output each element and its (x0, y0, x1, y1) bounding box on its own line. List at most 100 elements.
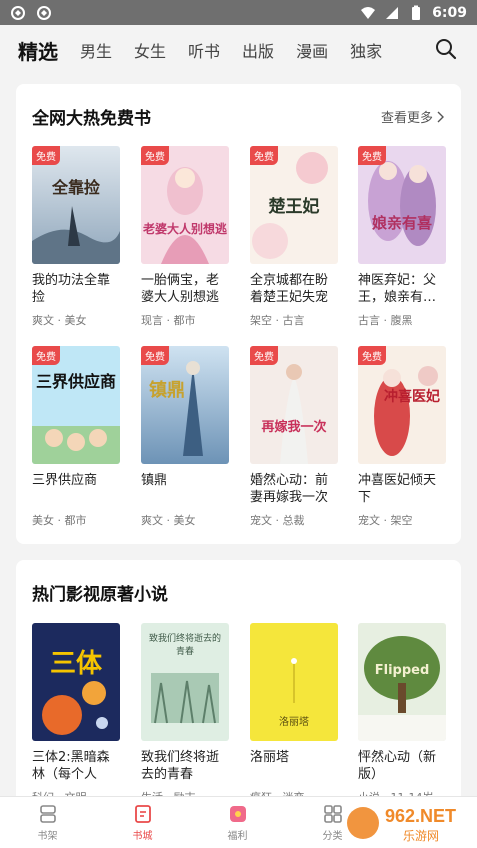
cover-title-text: Flipped (374, 663, 430, 678)
tab-female[interactable]: 女生 (134, 38, 166, 62)
tab-exclusive[interactable]: 独家 (350, 38, 382, 62)
cover-title-text: 再嫁我一次 (261, 420, 327, 435)
free-badge: 免费 (32, 346, 60, 365)
signal-icon (386, 6, 399, 19)
book-cover[interactable]: 老婆大人别想逃 免费 (141, 146, 229, 264)
book-cover[interactable]: 全靠捡 免费 (32, 146, 120, 264)
book-card[interactable]: 致我们终将逝去的青春 致我们终将逝去的青春 生活 · 励志 (141, 623, 229, 805)
book-title: 怦然心动（新版） (358, 750, 437, 782)
app-icon (37, 5, 51, 20)
battery-icon (412, 5, 421, 20)
tab-male[interactable]: 男生 (80, 38, 112, 62)
book-cover[interactable]: Flipped (358, 623, 446, 741)
cover-title-text: 致我们终将逝去的青春 (148, 634, 221, 657)
cover-title-text: 洛丽塔 (279, 717, 309, 728)
section-title: 全网大热免费书 (32, 109, 151, 129)
cover-title-text: 老婆大人别想逃 (142, 222, 227, 236)
free-badge: 免费 (250, 146, 278, 165)
cover-title-text: 镇鼎 (149, 380, 185, 401)
book-tags: 宠文 · 总裁 (250, 514, 305, 527)
bookstore-icon (134, 804, 151, 823)
book-tags: 美女 · 都市 (32, 514, 87, 527)
wifi-icon (361, 6, 376, 19)
book-title: 我的功法全靠捡 (32, 273, 111, 305)
free-badge: 免费 (32, 146, 60, 165)
watermark-logo: 962.NET 乐游网 (343, 800, 473, 846)
book-title: 三体2:黑暗森林（每个人的… (32, 750, 110, 782)
book-title: 全京城都在盼着楚王妃失宠 (250, 273, 329, 305)
tab-bookstore[interactable]: 书城 (95, 797, 190, 848)
book-card[interactable]: 全靠捡 免费 我的功法全靠捡 爽文 · 美女 (32, 146, 120, 328)
tab-label: 福利 (227, 830, 248, 842)
cover-title-text: 三界供应商 (35, 372, 116, 391)
free-books-section: 全网大热免费书 查看更多 全靠捡 免费 我的功法全靠捡 爽文 · 美女 老婆大人… (16, 84, 461, 544)
book-tags: 爽文 · 美女 (141, 514, 196, 527)
gift-icon (229, 805, 246, 822)
see-more-label: 查看更多 (380, 111, 433, 126)
book-cover[interactable]: 冲喜医妃 免费 (358, 346, 446, 464)
search-icon[interactable] (435, 38, 457, 60)
free-badge: 免费 (358, 346, 386, 365)
see-more-link[interactable]: 查看更多 (381, 107, 445, 126)
book-title: 冲喜医妃倾天下 (358, 473, 437, 505)
watermark-text: 962.NET (385, 806, 456, 826)
tab-label: 分类 (322, 830, 343, 842)
book-cover[interactable]: 洛丽塔 (250, 623, 338, 741)
book-card[interactable]: 冲喜医妃 免费 冲喜医妃倾天下 宠文 · 架空 (358, 346, 446, 528)
free-badge: 免费 (358, 146, 386, 165)
section-title: 热门影视原著小说 (32, 585, 168, 605)
book-card[interactable]: 老婆大人别想逃 免费 一胎俩宝，老婆大人别想逃 现言 · 都市 (141, 146, 229, 328)
status-left (10, 5, 52, 21)
app-icon (11, 5, 25, 20)
book-title: 致我们终将逝去的青春 (141, 750, 220, 782)
book-card[interactable]: 三体 三体2:黑暗森林（每个人的… 科幻 · 文明 (32, 623, 120, 805)
book-card[interactable]: 楚王妃 免费 全京城都在盼着楚王妃失宠 架空 · 古言 (250, 146, 338, 328)
book-title: 婚然心动：前妻再嫁我一次 (250, 473, 329, 505)
chevron-right-icon (437, 111, 444, 122)
tab-welfare[interactable]: 福利 (190, 797, 285, 848)
tab-bookshelf[interactable]: 书架 (0, 797, 95, 848)
tab-comic[interactable]: 漫画 (296, 38, 328, 62)
watermark-icon: 962.NET 乐游网 (347, 806, 456, 843)
tab-publish[interactable]: 出版 (242, 38, 274, 62)
tab-label: 书架 (37, 830, 58, 842)
status-right: 6:09 (360, 5, 467, 21)
cover-art (32, 623, 120, 741)
book-cover[interactable]: 再嫁我一次 免费 (250, 346, 338, 464)
book-card[interactable]: Flipped 怦然心动（新版） 小说 · 11-14岁 (358, 623, 446, 805)
book-cover[interactable]: 楚王妃 免费 (250, 146, 338, 264)
category-icon (323, 804, 342, 823)
book-tags: 现言 · 都市 (141, 314, 196, 327)
book-cover[interactable]: 镇鼎 免费 (141, 346, 229, 464)
cover-art (358, 623, 446, 741)
status-bar: 6:09 (0, 0, 477, 25)
cover-title-text: 冲喜医妃 (384, 389, 440, 405)
book-title: 三界供应商 (32, 473, 98, 488)
book-card[interactable]: 再嫁我一次 免费 婚然心动：前妻再嫁我一次 宠文 · 总裁 (250, 346, 338, 528)
book-tags: 宠文 · 架空 (358, 514, 413, 527)
book-cover[interactable]: 三界供应商 免费 (32, 346, 120, 464)
book-card[interactable]: 镇鼎 免费 镇鼎 爽文 · 美女 (141, 346, 229, 528)
book-card[interactable]: 三界供应商 免费 三界供应商 美女 · 都市 (32, 346, 120, 528)
free-badge: 免费 (141, 346, 169, 365)
cover-title-text: 娘亲有喜 (371, 214, 432, 232)
book-title: 镇鼎 (141, 473, 168, 488)
book-tags: 爽文 · 美女 (32, 314, 87, 327)
book-card[interactable]: 娘亲有喜 免费 神医弃妃：父王，娘亲有… 古言 · 腹黑 (358, 146, 446, 328)
book-cover[interactable]: 娘亲有喜 免费 (358, 146, 446, 264)
cover-title-text: 楚王妃 (268, 197, 320, 217)
cover-title-text: 全靠捡 (51, 178, 100, 197)
free-badge: 免费 (141, 146, 169, 165)
tab-label: 书城 (132, 830, 153, 842)
tab-featured[interactable]: 精选 (16, 36, 58, 65)
bookshelf-icon (39, 804, 56, 823)
book-title: 一胎俩宝，老婆大人别想逃 (141, 273, 220, 305)
book-title: 神医弃妃：父王，娘亲有… (358, 273, 437, 305)
category-nav: 精选 男生 女生 听书 出版 漫画 独家 (0, 25, 477, 75)
book-card[interactable]: 洛丽塔 洛丽塔 疯狂 · 迷恋 (250, 623, 338, 805)
cover-title-text: 三体 (49, 649, 102, 679)
book-cover[interactable]: 致我们终将逝去的青春 (141, 623, 229, 741)
book-cover[interactable]: 三体 (32, 623, 120, 741)
watermark-subtext: 乐游网 (403, 829, 439, 843)
tab-audiobook[interactable]: 听书 (188, 38, 220, 62)
